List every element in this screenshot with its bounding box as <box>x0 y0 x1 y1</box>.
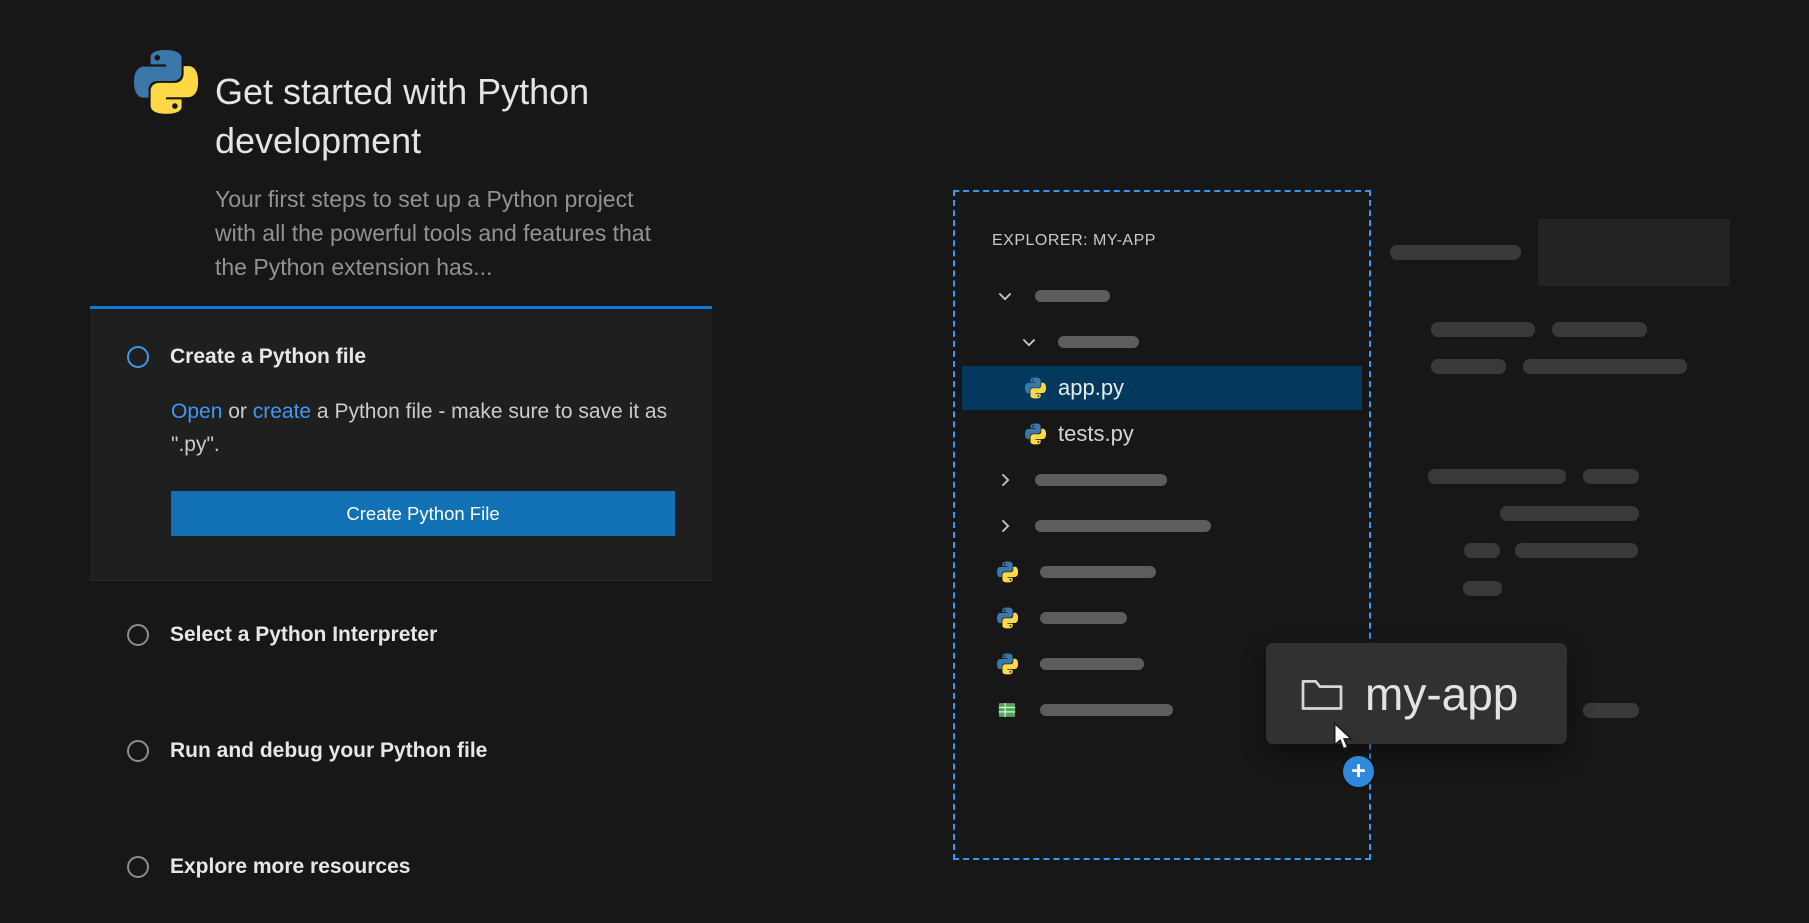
step-create-python-file: Create a Python file Open or create a Py… <box>90 306 712 581</box>
skeleton-bar <box>1431 359 1506 374</box>
skeleton-bar <box>1431 322 1535 337</box>
open-link[interactable]: Open <box>171 400 222 423</box>
step-explore-resources[interactable]: Explore more resources <box>127 852 410 882</box>
folder-icon <box>1300 675 1344 713</box>
python-file-icon <box>997 654 1018 675</box>
mouse-cursor-icon <box>1333 722 1353 752</box>
placeholder-bar <box>1040 566 1156 578</box>
python-file-icon <box>997 562 1018 583</box>
skeleton-bar <box>1552 322 1647 337</box>
step-title: Select a Python Interpreter <box>170 623 437 647</box>
create-python-file-button[interactable]: Create Python File <box>171 491 675 536</box>
python-file-icon <box>1025 378 1046 399</box>
chevron-down-icon <box>995 286 1015 306</box>
skeleton-bar <box>1428 469 1566 484</box>
step-radio[interactable] <box>127 624 149 646</box>
placeholder-bar <box>1035 520 1211 532</box>
chevron-right-icon <box>995 516 1015 536</box>
tree-row <box>955 273 1369 319</box>
step-run-and-debug[interactable]: Run and debug your Python file <box>127 736 487 766</box>
skeleton-bar <box>1523 359 1687 374</box>
placeholder-bar <box>1035 290 1110 302</box>
placeholder-bar <box>1058 336 1139 348</box>
tree-row <box>955 503 1369 549</box>
file-name: tests.py <box>1058 421 1134 447</box>
chevron-down-icon <box>1019 332 1039 352</box>
create-link[interactable]: create <box>253 400 311 423</box>
page-title: Get started with Python development <box>215 68 685 166</box>
chevron-right-icon <box>995 470 1015 490</box>
skeleton-bar <box>1583 469 1639 484</box>
explorer-header: EXPLORER: MY-APP <box>992 232 1156 250</box>
python-logo-icon <box>134 50 198 114</box>
placeholder-bar <box>1040 612 1127 624</box>
placeholder-bar <box>1040 658 1144 670</box>
description-text: or <box>222 400 252 423</box>
tree-row <box>955 549 1369 595</box>
skeleton-bar <box>1500 506 1639 521</box>
step-title: Explore more resources <box>170 855 410 879</box>
skeleton-bar <box>1583 703 1639 718</box>
tree-row <box>955 457 1369 503</box>
table-file-icon <box>997 700 1017 720</box>
tree-row <box>955 319 1369 365</box>
skeleton-bar <box>1463 581 1502 596</box>
drag-tooltip: my-app <box>1266 643 1567 744</box>
step-radio-active[interactable] <box>127 346 149 368</box>
skeleton-bar <box>1515 543 1638 558</box>
python-file-icon <box>1025 424 1046 445</box>
step-radio[interactable] <box>127 740 149 762</box>
file-name: app.py <box>1058 375 1124 401</box>
step-select-interpreter[interactable]: Select a Python Interpreter <box>127 620 437 650</box>
drag-tooltip-label: my-app <box>1365 667 1518 721</box>
step-title: Create a Python file <box>170 345 366 369</box>
plus-badge-icon: + <box>1343 756 1374 787</box>
tree-row-app-py: app.py <box>955 365 1369 411</box>
python-file-icon <box>997 608 1018 629</box>
explorer-illustration: EXPLORER: MY-APP app.py tests.py <box>953 190 1371 860</box>
step-header-create-python-file[interactable]: Create a Python file <box>127 345 684 369</box>
tree-row-tests-py: tests.py <box>955 411 1369 457</box>
tree-row <box>955 595 1369 641</box>
placeholder-bar <box>1040 704 1173 716</box>
skeleton-bar <box>1464 543 1500 558</box>
skeleton-block <box>1538 219 1730 286</box>
page-subtitle: Your first steps to set up a Python proj… <box>215 183 673 284</box>
step-title: Run and debug your Python file <box>170 739 487 763</box>
step-radio[interactable] <box>127 856 149 878</box>
placeholder-bar <box>1035 474 1167 486</box>
step-description: Open or create a Python file - make sure… <box>171 395 671 461</box>
skeleton-bar <box>1390 245 1521 260</box>
